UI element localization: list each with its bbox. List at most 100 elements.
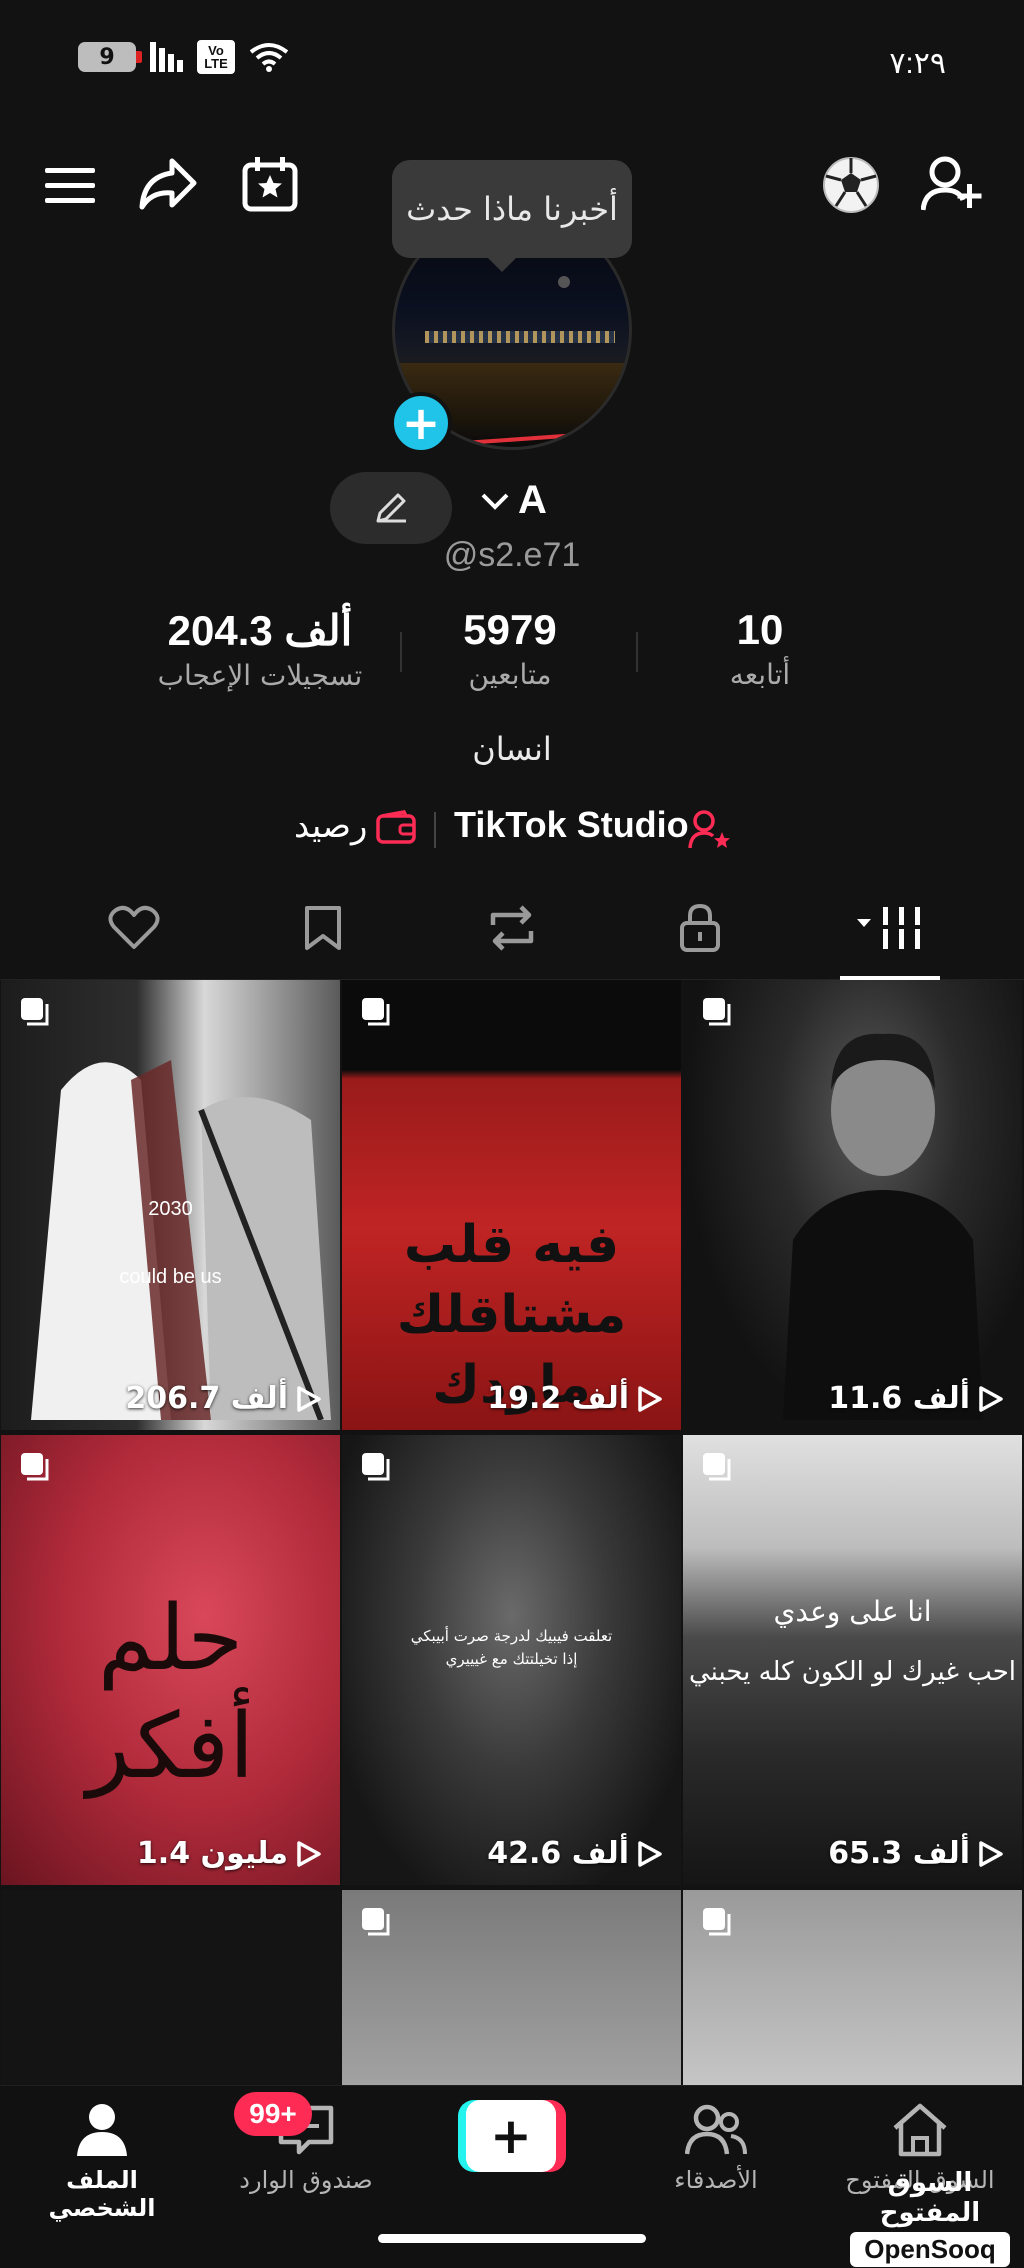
soccer-ball-icon[interactable]	[820, 154, 882, 216]
play-icon	[979, 1385, 1003, 1412]
thumbnail-text: حلم أفكر	[86, 1586, 255, 1799]
thumbnail-text-caption: could be us	[119, 1266, 222, 1288]
tab-private[interactable]	[660, 898, 740, 958]
add-story-button[interactable]: +	[390, 392, 452, 454]
multi-photo-icon	[362, 1453, 390, 1481]
video-grid-icon	[857, 907, 925, 949]
nav-profile-label: الملف الشخصي	[48, 2166, 156, 2222]
status-icons: 9 Vo LTE	[78, 40, 289, 74]
stat-following[interactable]: 10 أتابعه	[690, 606, 830, 691]
tab-favorites[interactable]	[283, 898, 363, 958]
wallet-link[interactable]: رصيد	[294, 806, 367, 846]
profile-person-icon	[77, 2104, 127, 2156]
nav-friends[interactable]: الأصدقاء	[626, 2102, 806, 2194]
video-tile[interactable]	[683, 1890, 1022, 2085]
following-count: 10	[736, 606, 784, 653]
watermark-arabic: السوق المفتوح	[879, 2168, 981, 2228]
video-tile[interactable]: 11.6 ألف	[683, 980, 1022, 1430]
plus-icon: +	[466, 2100, 556, 2172]
view-count-text: 65.3 ألف	[828, 1836, 970, 1871]
play-icon	[297, 1840, 321, 1867]
profile-name-switcher[interactable]: A	[480, 478, 547, 523]
nav-profile[interactable]: الملف الشخصي	[12, 2102, 192, 2222]
thumbnail-portrait	[783, 1033, 983, 1420]
video-tile[interactable]: انا على وعدي احب غيرك لو الكون كله يحبني…	[683, 1435, 1022, 1885]
view-count: 19.2 ألف	[487, 1381, 663, 1416]
calendar-star-icon[interactable]	[238, 152, 302, 216]
volte-icon: Vo LTE	[197, 40, 235, 74]
multi-photo-icon	[21, 998, 49, 1026]
multi-photo-icon	[362, 998, 390, 1026]
view-count: 1.4 مليون	[137, 1836, 322, 1871]
play-icon	[979, 1840, 1003, 1867]
studio-person-star-icon	[688, 810, 730, 849]
play-icon	[638, 1385, 662, 1412]
status-time: ٧:٢٩	[889, 47, 946, 80]
thumbnail-text-line1: انا على وعدي	[773, 1595, 932, 1628]
status-bar: 9 Vo LTE ٧:٢٩	[0, 0, 1024, 120]
likes-count: 204.3 ألف	[167, 607, 353, 654]
tab-videos[interactable]	[846, 898, 934, 958]
multi-photo-icon	[703, 1908, 731, 1936]
stats-divider	[636, 632, 638, 672]
friends-icon	[684, 2104, 747, 2155]
profile-links: TikTok Studio رصيد	[0, 800, 1024, 860]
thumbnail-text-year: 2030	[148, 1198, 193, 1220]
opensooq-watermark: السوق المفتوح OpenSooq	[850, 2168, 1010, 2267]
view-count: 11.6 ألف	[828, 1381, 1004, 1416]
play-icon	[638, 1840, 662, 1867]
home-icon	[893, 2103, 947, 2157]
signal-icon	[150, 42, 183, 72]
tab-liked[interactable]	[94, 898, 174, 958]
battery-icon: 9	[78, 42, 142, 72]
view-count-text: 1.4 مليون	[136, 1836, 288, 1871]
play-icon	[297, 1385, 321, 1412]
view-count-text: 11.6 ألف	[828, 1381, 970, 1416]
links-divider	[434, 812, 436, 848]
share-icon[interactable]	[136, 152, 200, 216]
username: @s2.e71	[443, 536, 581, 574]
thumbnail-text: تعلقت فيبيك لدرجة صرت أبيبكي إذا تخيلتتك…	[410, 1627, 613, 1668]
multi-photo-icon	[21, 1453, 49, 1481]
create-button[interactable]: +	[458, 2100, 566, 2172]
view-count: 65.3 ألف	[828, 1836, 1004, 1871]
home-indicator	[378, 2234, 646, 2243]
multi-photo-icon	[362, 1908, 390, 1936]
video-tile[interactable]: حلم أفكر 1.4 مليون	[1, 1435, 340, 1885]
menu-icon[interactable]	[42, 158, 98, 214]
video-tile[interactable]: فيه قلب مشتاقلك ماودك تحره؟ 19.2 ألف	[342, 980, 681, 1430]
tooltip-dot	[558, 276, 570, 288]
empty-tile	[1, 1890, 340, 2085]
add-friend-icon[interactable]	[920, 152, 986, 216]
repost-icon	[490, 905, 534, 951]
view-count-text: 42.6 ألف	[487, 1836, 629, 1871]
multi-photo-icon	[703, 1453, 731, 1481]
view-count-text: 206.7 ألف	[125, 1381, 288, 1416]
wifi-icon	[249, 43, 289, 72]
chevron-down-icon	[481, 493, 509, 510]
tooltip-bubble[interactable]: أخبرنا ماذا حدث	[392, 160, 632, 272]
nav-inbox-label: صندوق الوارد	[239, 2166, 373, 2194]
tab-reposts[interactable]	[472, 898, 552, 958]
video-tile[interactable]: 2030 could be us 206.7 ألف	[1, 980, 340, 1430]
following-label: أتابعه	[729, 658, 791, 691]
profile-stats: 10 أتابعه 5979 متابعين 204.3 ألف تسجيلات…	[0, 606, 1024, 706]
lock-icon	[680, 903, 720, 952]
wallet-icon	[376, 810, 416, 844]
video-tile[interactable]	[342, 1890, 681, 2085]
likes-label: تسجيلات الإعجاب	[157, 659, 363, 692]
view-count-text: 19.2 ألف	[487, 1381, 629, 1416]
stat-likes[interactable]: 204.3 ألف تسجيلات الإعجاب	[140, 606, 380, 692]
tiktok-studio-link[interactable]: TikTok Studio	[454, 804, 689, 846]
inbox-badge: 99+	[234, 2092, 312, 2136]
view-count: 206.7 ألف	[125, 1381, 322, 1416]
thumbnail-text-line2: احب غيرك لو الكون كله يحبني	[688, 1657, 1017, 1687]
bookmark-icon	[305, 906, 341, 950]
stat-followers[interactable]: 5979 متابعين	[430, 606, 590, 691]
heart-icon	[108, 905, 160, 949]
nav-friends-label: الأصدقاء	[674, 2166, 758, 2194]
video-tile[interactable]: تعلقت فيبيك لدرجة صرت أبيبكي إذا تخيلتتك…	[342, 1435, 681, 1885]
watermark-latin: OpenSooq	[850, 2232, 1010, 2267]
avatar-light-streak	[465, 429, 629, 445]
edit-profile-button[interactable]	[330, 472, 452, 544]
